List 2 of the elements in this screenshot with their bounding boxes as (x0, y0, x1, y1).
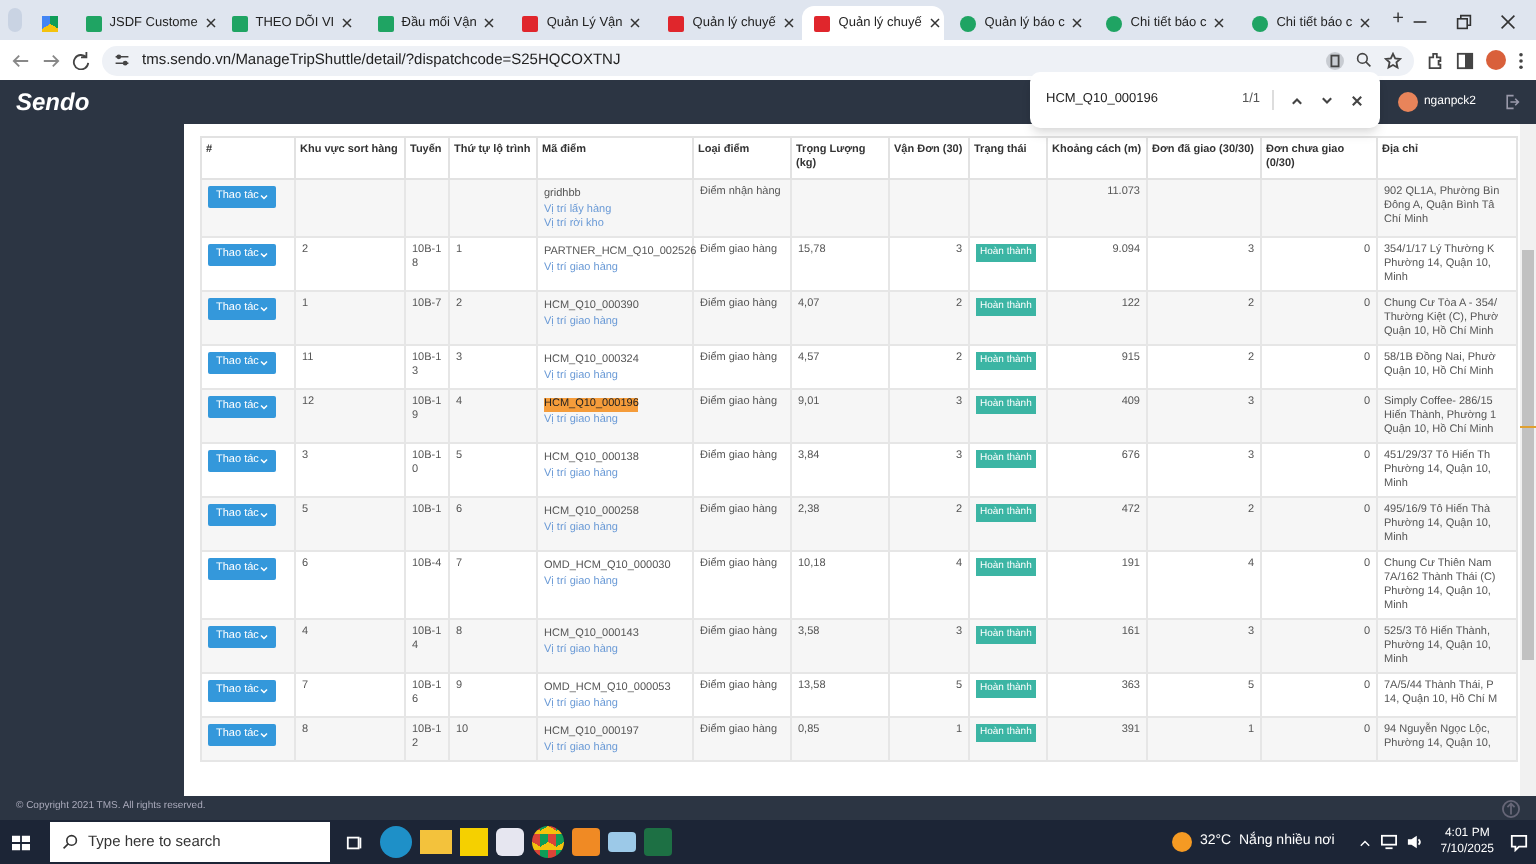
app-logo[interactable]: Sendo (16, 84, 90, 120)
new-tab-button[interactable]: + (1392, 4, 1404, 34)
